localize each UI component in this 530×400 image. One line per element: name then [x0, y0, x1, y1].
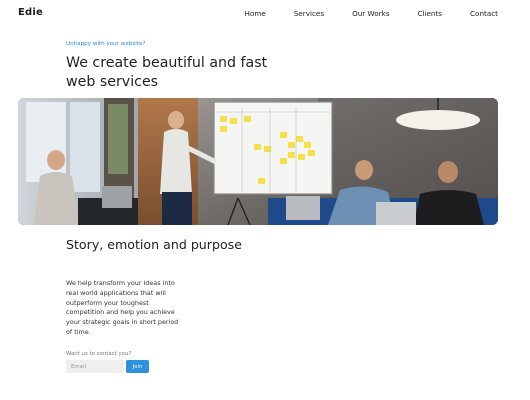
story-title: Story, emotion and purpose [66, 237, 242, 252]
nav-link-contact[interactable]: Contact [470, 9, 498, 18]
contact-label: Want us to contact you? [66, 351, 132, 357]
join-button[interactable]: Join [126, 360, 149, 373]
hero-title: We create beautiful and fast web service… [66, 55, 268, 90]
brand-logo[interactable]: Edie [18, 7, 43, 18]
nav-link-our-works[interactable]: Our Works [352, 9, 389, 18]
team-photo-illustration [18, 98, 498, 225]
hero-team-photo [18, 98, 498, 225]
story-body: We help transform your ideas into real w… [66, 279, 179, 336]
nav-link-services[interactable]: Services [294, 9, 324, 18]
nav-link-clients[interactable]: Clients [417, 9, 442, 18]
hero-eyebrow: Unhappy with your website? [66, 41, 146, 47]
nav-link-home[interactable]: Home [245, 9, 266, 18]
top-navigation: Edie Home Services Our Works Clients Con… [0, 0, 530, 28]
email-input[interactable] [66, 360, 124, 373]
nav-links: Home Services Our Works Clients Contact [245, 9, 498, 18]
